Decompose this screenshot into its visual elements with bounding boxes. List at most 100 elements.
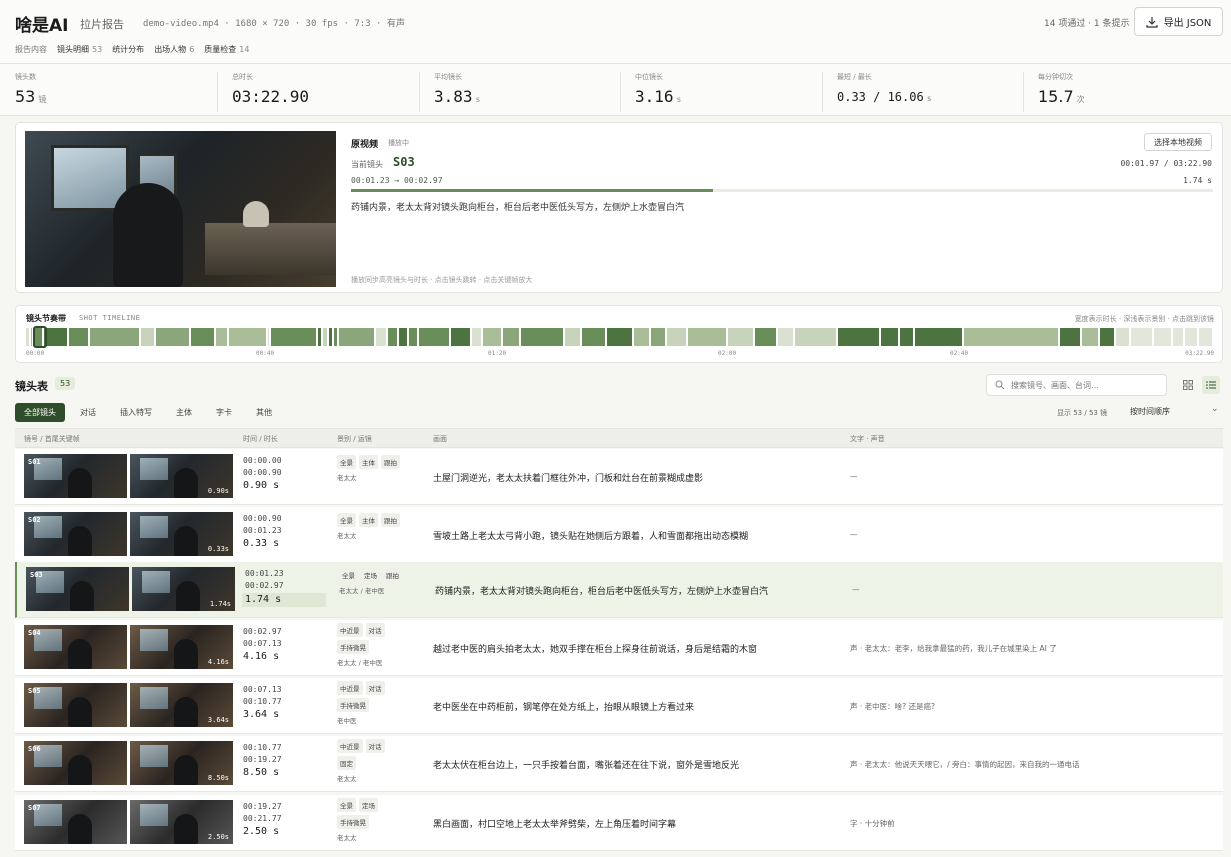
timeline-segment[interactable]: [880, 328, 899, 346]
last-keyframe[interactable]: 8.50s: [130, 741, 233, 785]
timeline-segment[interactable]: [794, 328, 836, 346]
timeline-segment[interactable]: [388, 328, 397, 346]
export-json-button[interactable]: 导出 JSON: [1134, 7, 1223, 36]
shot-times: 00:19.27 00:21.77 2.50 s: [243, 801, 282, 838]
timeline-segment[interactable]: [900, 328, 914, 346]
timeline-segment[interactable]: [1153, 328, 1171, 346]
timeline-segment[interactable]: [564, 328, 580, 346]
timeline-segment[interactable]: [26, 328, 30, 346]
table-row[interactable]: S04 4.16s 00:02.97 00:07.13 4.16 s 中近景 对话…: [15, 620, 1223, 676]
timeline-segment[interactable]: [521, 328, 563, 346]
shot-characters: 老太太: [337, 834, 357, 842]
timeline-segment[interactable]: [323, 328, 327, 346]
download-icon: [1145, 16, 1158, 28]
timeline-segment[interactable]: [482, 328, 502, 346]
last-keyframe[interactable]: 3.64s: [130, 683, 233, 727]
filter-title-card[interactable]: 字卡: [207, 403, 241, 422]
timeline-segment[interactable]: [837, 328, 879, 346]
timeline-segment[interactable]: [408, 328, 417, 346]
timeline-segment[interactable]: [1081, 328, 1098, 346]
timeline-segment[interactable]: [650, 328, 666, 346]
timeline-segment[interactable]: [267, 328, 270, 346]
first-keyframe[interactable]: S04: [24, 625, 127, 669]
table-row[interactable]: S01 0.90s 00:00.00 00:00.90 0.90 s 全景 主体跟…: [15, 449, 1223, 505]
nav-item-characters[interactable]: 出场人物 6: [154, 44, 194, 55]
timeline-segment[interactable]: [963, 328, 1058, 346]
timeline-segment[interactable]: [216, 328, 227, 346]
timeline-segment[interactable]: [43, 328, 67, 346]
table-row[interactable]: S07 2.50s 00:19.27 00:21.77 2.50 s 全景 定场 …: [15, 795, 1223, 851]
search-input[interactable]: [1011, 380, 1151, 390]
filter-other[interactable]: 其他: [247, 403, 281, 422]
shot-characters: 老太太: [337, 532, 357, 540]
timeline-segment[interactable]: [376, 328, 387, 346]
timeline-segment[interactable]: [190, 328, 215, 346]
timeline-segment[interactable]: [328, 328, 332, 346]
filter-dialogue[interactable]: 对话: [71, 403, 105, 422]
timeline-segment[interactable]: [915, 328, 962, 346]
first-keyframe[interactable]: S02: [24, 512, 127, 556]
last-keyframe[interactable]: 2.50s: [130, 800, 233, 844]
shot-scene-description: 越过老中医的肩头拍老太太，她双手撑在柜台上探身往前说话，身后是结霜的木窗: [433, 645, 758, 655]
timeline-segment[interactable]: [156, 328, 189, 346]
timeline-segment[interactable]: [778, 328, 793, 346]
last-keyframe[interactable]: 4.16s: [130, 625, 233, 669]
filter-subject[interactable]: 主体: [167, 403, 201, 422]
first-keyframe[interactable]: S05: [24, 683, 127, 727]
timeline-segment[interactable]: [333, 328, 338, 346]
timeline-segment[interactable]: [727, 328, 754, 346]
timeline-segment[interactable]: [755, 328, 776, 346]
last-keyframe[interactable]: 1.74s: [132, 567, 235, 611]
last-keyframe[interactable]: 0.33s: [130, 512, 233, 556]
table-row[interactable]: S06 8.50s 00:10.77 00:19.27 8.50 s 中近景 对话…: [15, 736, 1223, 792]
timeline-segment[interactable]: [68, 328, 89, 346]
timeline-segment[interactable]: [1184, 328, 1198, 346]
nav-item-shots[interactable]: 镜头明细 53: [57, 44, 102, 55]
filter-all[interactable]: 全部镜头: [15, 403, 65, 422]
chevron-down-icon[interactable]: ⌄: [1211, 404, 1219, 414]
timeline-segment[interactable]: [1130, 328, 1152, 346]
first-keyframe[interactable]: S06: [24, 741, 127, 785]
nav-item-qa[interactable]: 质量检查 14: [204, 44, 249, 55]
table-row[interactable]: S03 1.74s 00:01.23 00:02.97 1.74 s 全景 定场跟…: [15, 562, 1223, 618]
timeline-segment[interactable]: [339, 328, 375, 346]
select-local-video-button[interactable]: 选择本地视频: [1144, 133, 1212, 151]
filter-insert[interactable]: 插入特写: [111, 403, 161, 422]
timeline-segment[interactable]: [1059, 328, 1080, 346]
timeline-segment[interactable]: [228, 328, 266, 346]
list-view-button[interactable]: [1202, 376, 1220, 394]
timeline-segment[interactable]: [317, 328, 322, 346]
timeline-segment[interactable]: [450, 328, 470, 346]
timeline-segment[interactable]: [90, 328, 140, 346]
timeline-segment[interactable]: [1115, 328, 1129, 346]
timeline-segment[interactable]: [418, 328, 449, 346]
timeline-current-marker[interactable]: [33, 326, 47, 348]
timeline-segment[interactable]: [1099, 328, 1114, 346]
shot-search[interactable]: [986, 374, 1167, 396]
timeline-track[interactable]: [26, 328, 1214, 346]
timeline-segment[interactable]: [606, 328, 632, 346]
timeline-segment[interactable]: [633, 328, 649, 346]
timeline-segment[interactable]: [667, 328, 687, 346]
timeline-segment[interactable]: [471, 328, 481, 346]
timeline-segment[interactable]: [271, 328, 316, 346]
timeline-segment[interactable]: [1199, 328, 1212, 346]
table-row[interactable]: S05 3.64s 00:07.13 00:10.77 3.64 s 中近景 对话…: [15, 678, 1223, 734]
video-frame[interactable]: [25, 131, 336, 287]
first-keyframe[interactable]: S01: [24, 454, 127, 498]
shot-progress-bar[interactable]: [351, 189, 1213, 192]
nav-item-stats[interactable]: 统计分布: [112, 44, 144, 55]
sort-select[interactable]: 按时间顺序: [1130, 406, 1170, 417]
table-row[interactable]: S02 0.33s 00:00.90 00:01.23 0.33 s 全景 主体跟…: [15, 507, 1223, 563]
timeline-segment[interactable]: [503, 328, 520, 346]
timeline-segment[interactable]: [1172, 328, 1183, 346]
shot-duration: 4.16 s: [243, 651, 280, 662]
first-keyframe[interactable]: S07: [24, 800, 127, 844]
last-keyframe[interactable]: 0.90s: [130, 454, 233, 498]
timeline-segment[interactable]: [581, 328, 605, 346]
timeline-segment[interactable]: [688, 328, 726, 346]
grid-view-button[interactable]: [1179, 376, 1197, 394]
first-keyframe[interactable]: S03: [26, 567, 129, 611]
timeline-segment[interactable]: [398, 328, 407, 346]
timeline-segment[interactable]: [141, 328, 155, 346]
